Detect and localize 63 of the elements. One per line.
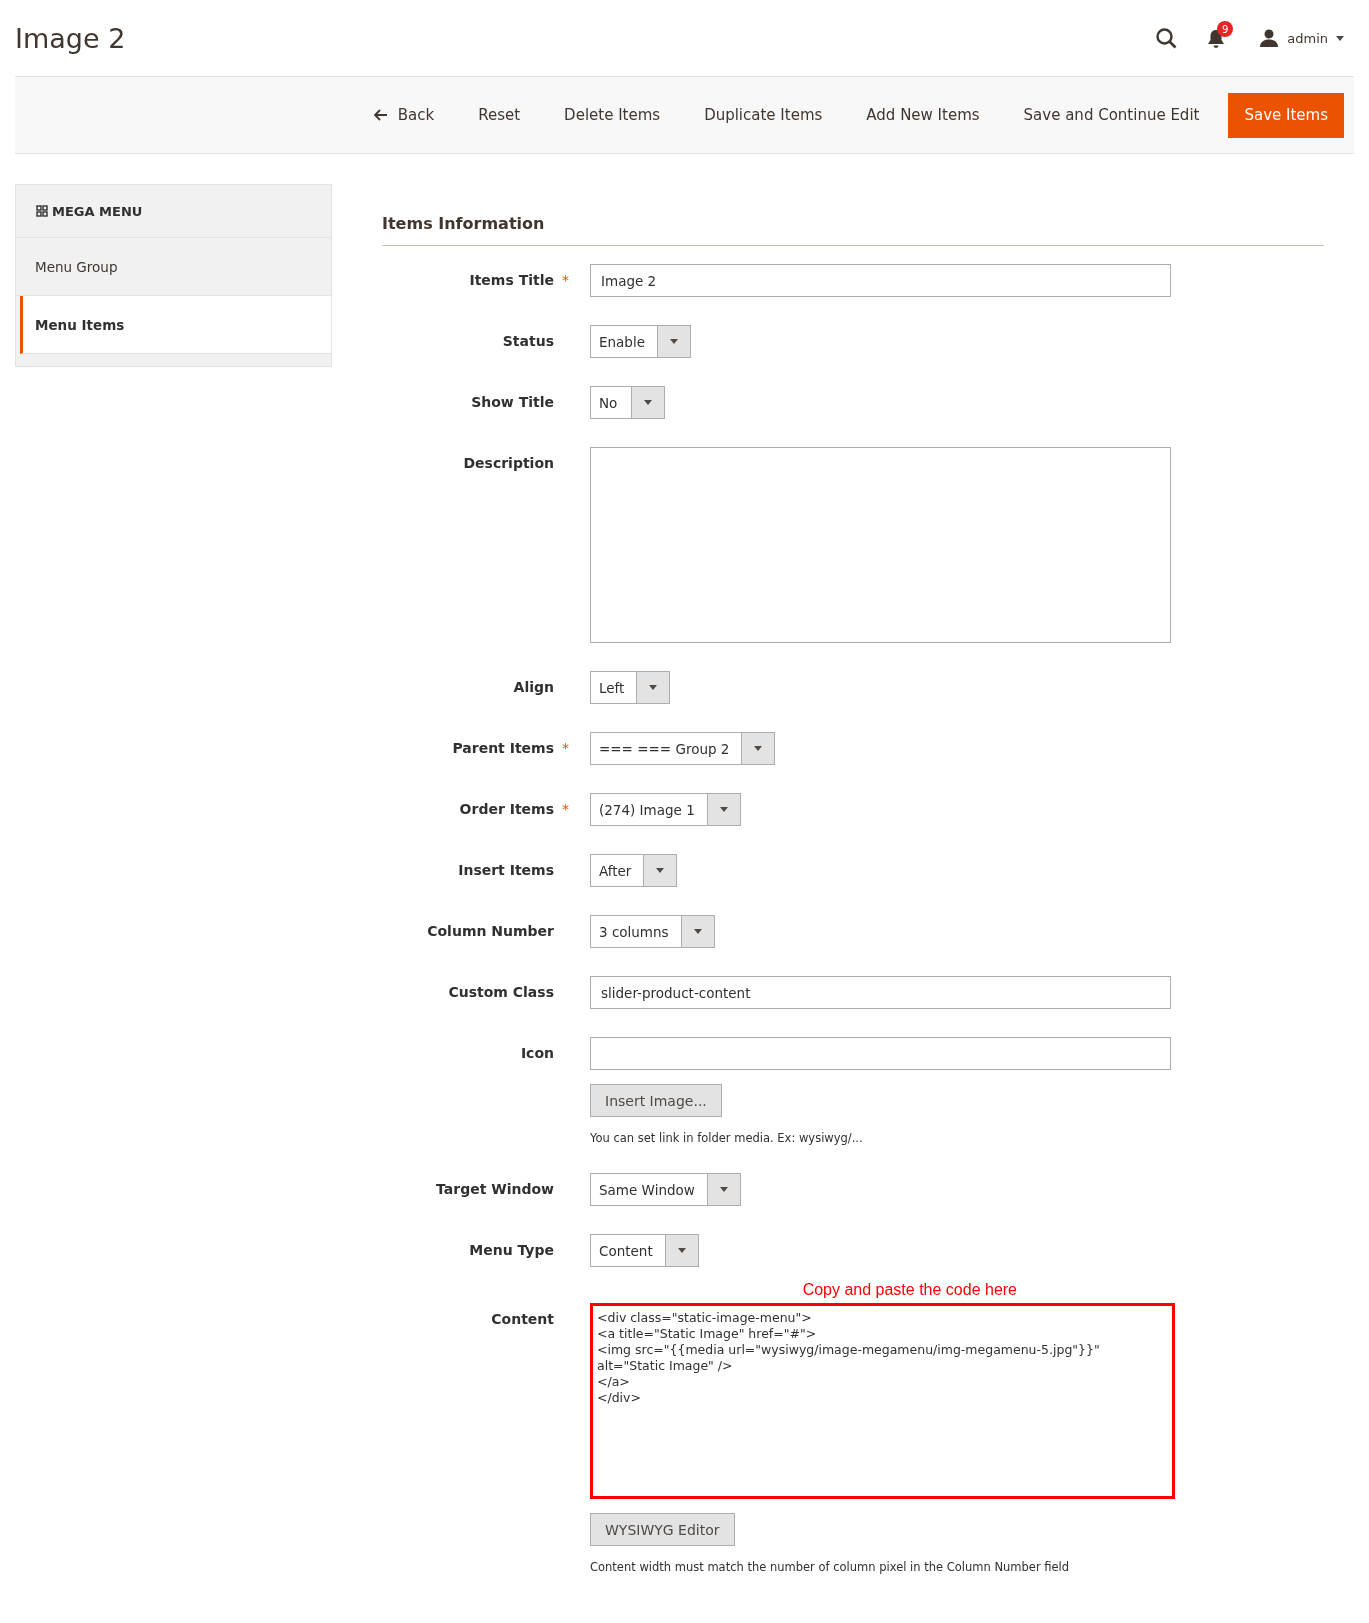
action-button[interactable]: Insert Image...: [590, 1084, 722, 1117]
select-field[interactable]: === === Group 2: [590, 732, 776, 765]
grid-icon: [36, 205, 48, 217]
toolbar-button[interactable]: Save and Continue Edit: [1008, 92, 1215, 138]
field-label: Description: [463, 455, 554, 473]
save-button[interactable]: Save Items: [1228, 92, 1344, 138]
caret-icon: [649, 685, 658, 690]
textarea-field[interactable]: [590, 447, 1171, 643]
text-field[interactable]: slider-product-content: [590, 976, 1171, 1009]
required-mark: *: [562, 801, 570, 819]
notification-badge: 9: [1217, 21, 1234, 37]
page-title: Image 2: [15, 22, 127, 54]
arrow-left-icon: [373, 109, 388, 121]
select-field[interactable]: Enable: [590, 325, 691, 358]
select-field[interactable]: Content: [590, 1234, 699, 1267]
field-label: Status: [502, 333, 554, 351]
field-label: Content: [491, 1311, 554, 1329]
required-mark: *: [562, 740, 570, 758]
field-label: Icon: [520, 1045, 554, 1063]
annotation-text: Copy and paste the code here: [802, 1281, 1017, 1299]
caret-icon: [754, 746, 763, 751]
select-field[interactable]: After: [590, 854, 678, 887]
action-button[interactable]: WYSIWYG Editor: [590, 1513, 735, 1546]
required-mark: *: [562, 272, 570, 290]
select-field[interactable]: Left: [590, 671, 671, 704]
field-label: Order Items: [459, 801, 554, 819]
field-note: Content width must match the number of column pixel in the Column Number field: [590, 1560, 1070, 1574]
textarea-field[interactable]: <div class="static-image-menu"> <a title="Static Image" href="#"> <img src="{{media url="wysiwyg/image-megamenu/img-megamenu-5.jpg"}}" alt="Static Image" /> </a> </div>: [590, 1303, 1175, 1499]
field-label: Insert Items: [458, 862, 554, 880]
toolbar-button[interactable]: Delete Items: [549, 92, 676, 138]
select-field[interactable]: No: [590, 386, 665, 419]
field-label: Parent Items: [452, 740, 554, 758]
select-field[interactable]: 3 columns: [590, 915, 715, 948]
field-label: Target Window: [436, 1181, 554, 1199]
field-label: Align: [513, 679, 554, 697]
toolbar-button[interactable]: Duplicate Items: [689, 92, 838, 138]
sidebar-item[interactable]: Menu Items: [20, 296, 331, 354]
field-label: Show Title: [471, 394, 554, 412]
select-field[interactable]: (274) Image 1: [590, 793, 741, 826]
caret-icon: [1336, 35, 1344, 41]
search-icon[interactable]: [1156, 27, 1178, 49]
user-menu[interactable]: admin: [1259, 29, 1344, 47]
user-icon: [1259, 29, 1280, 47]
field-note: You can set link in folder media. Ex: wysiwyg/...: [590, 1131, 863, 1145]
text-field[interactable]: [590, 1037, 1171, 1070]
select-field[interactable]: Same Window: [590, 1173, 741, 1206]
text-field[interactable]: Image 2: [590, 264, 1171, 297]
field-label: Column Number: [427, 923, 554, 941]
toolbar-button[interactable]: Back: [358, 92, 450, 138]
caret-icon: [670, 339, 678, 344]
caret-icon: [656, 868, 665, 873]
caret-icon: [719, 1187, 728, 1192]
toolbar-button[interactable]: Reset: [463, 92, 536, 138]
caret-icon: [693, 929, 702, 934]
caret-icon: [719, 807, 728, 812]
field-label: Menu Type: [469, 1242, 554, 1260]
sidebar-title: MEGA MENU: [52, 203, 143, 219]
section-title: Items Information: [382, 214, 1324, 246]
caret-icon: [644, 400, 652, 405]
caret-icon: [677, 1248, 686, 1253]
field-label: Custom Class: [448, 984, 554, 1002]
field-label: Items Title: [469, 272, 554, 290]
toolbar-button[interactable]: Add New Items: [851, 92, 995, 138]
